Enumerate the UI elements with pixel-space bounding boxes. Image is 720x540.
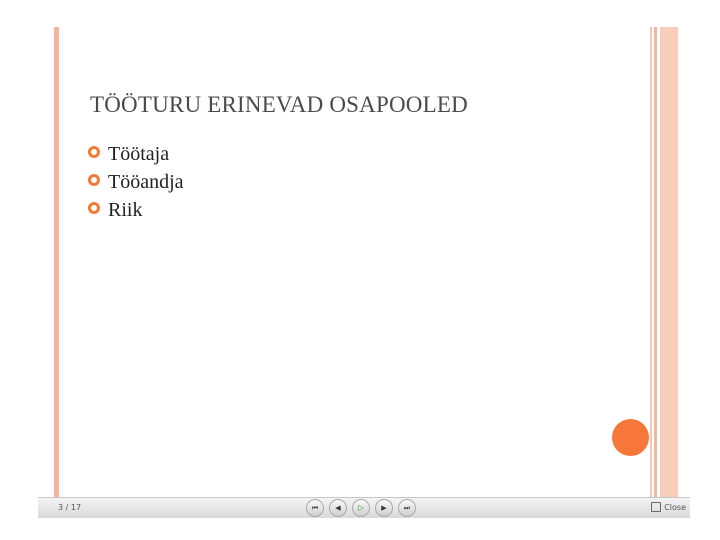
left-accent-stripe — [54, 27, 59, 497]
playback-controls: ⏮ ◀ ▷ ▶ ⏭ — [306, 499, 416, 517]
slide-title: TÖÖTURU ERINEVAD OSAPOOLED — [90, 92, 468, 117]
list-item: Tööandja — [88, 168, 184, 196]
previous-slide-icon: ◀ — [335, 503, 341, 512]
bullet-text: Riik — [108, 198, 143, 221]
previous-slide-button[interactable]: ◀ — [329, 499, 347, 517]
right-accent-stripe-thin — [650, 27, 652, 497]
first-slide-icon: ⏮ — [311, 503, 319, 512]
next-slide-icon: ▶ — [381, 503, 387, 512]
circle-bullet-icon — [88, 146, 100, 158]
list-item: Töötaja — [88, 140, 184, 168]
right-accent-stripe — [654, 27, 657, 497]
last-slide-icon: ⏭ — [403, 503, 411, 512]
next-slide-button[interactable]: ▶ — [375, 499, 393, 517]
decorative-orange-circle — [612, 419, 649, 456]
close-label: Close — [664, 502, 686, 512]
right-accent-band — [660, 27, 678, 497]
list-item: Riik — [88, 196, 184, 224]
first-slide-button[interactable]: ⏮ — [306, 499, 324, 517]
play-button[interactable]: ▷ — [352, 499, 370, 517]
circle-bullet-icon — [88, 174, 100, 186]
slide-counter: 3 / 17 — [58, 503, 82, 512]
bullet-list: Töötaja Tööandja Riik — [88, 140, 184, 224]
bullet-text: Töötaja — [108, 142, 170, 165]
presentation-navbar: 3 / 17 ⏮ ◀ ▷ ▶ ⏭ Close — [38, 497, 690, 518]
circle-bullet-icon — [88, 202, 100, 214]
last-slide-button[interactable]: ⏭ — [398, 499, 416, 517]
close-button[interactable]: Close — [651, 502, 686, 512]
close-icon — [651, 502, 662, 512]
bullet-text: Tööandja — [108, 170, 184, 193]
play-icon: ▷ — [357, 503, 365, 512]
